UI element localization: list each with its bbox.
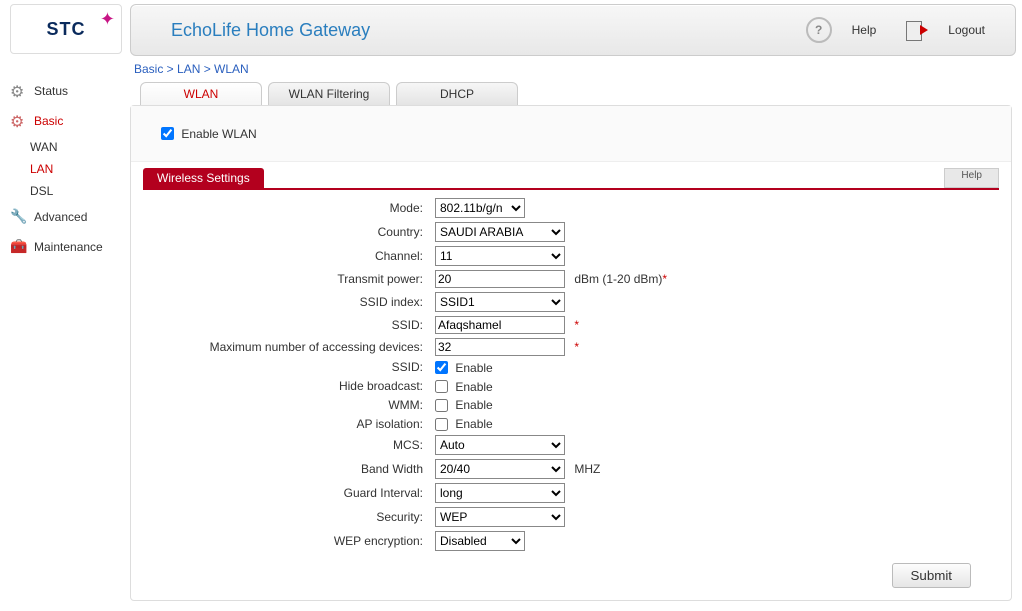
logout-button[interactable]: Logout [906,19,985,41]
sidebar: Status Basic WAN LAN DSL Advanced Mainte… [0,56,130,611]
hide-broadcast-text: Enable [455,379,492,393]
wmm-text: Enable [455,398,492,412]
wrench-icon [10,208,28,226]
label-ssid: SSID: [143,318,435,332]
gear-icon [10,112,28,130]
label-channel: Channel: [143,249,435,263]
enable-wlan-label: Enable WLAN [181,127,256,141]
band-width-select[interactable]: 20/40 [435,459,565,479]
section-divider [143,188,999,190]
submit-button[interactable]: Submit [892,563,971,588]
label-wmm: WMM: [143,398,435,412]
top-bar: EchoLife Home Gateway ? Help Logout [130,4,1016,56]
help-label: Help [852,23,877,37]
tab-dhcp[interactable]: DHCP [396,82,518,105]
ssid-required: * [574,318,579,332]
label-band-width: Band Width [143,462,435,476]
breadcrumb: Basic > LAN > WLAN [130,60,1012,82]
sidebar-label-basic: Basic [34,114,63,128]
logout-icon [906,19,928,41]
label-ap-isolation: AP isolation: [143,417,435,431]
label-hide-broadcast: Hide broadcast: [143,379,435,393]
enable-wlan-checkbox[interactable] [161,127,174,140]
ap-isolation-checkbox[interactable] [435,418,448,431]
sidebar-item-maintenance[interactable]: Maintenance [0,232,130,262]
max-devices-input[interactable] [435,338,565,356]
tabs: WLAN WLAN Filtering DHCP [130,82,1012,105]
tab-wlan[interactable]: WLAN [140,82,262,105]
mode-select[interactable]: 802.11b/g/n [435,198,525,218]
sidebar-subitem-wan[interactable]: WAN [0,136,130,158]
gear-icon [10,82,28,100]
sidebar-label-status: Status [34,84,68,98]
max-devices-required: * [574,340,579,354]
label-guard-interval: Guard Interval: [143,486,435,500]
logo-text: STC [47,19,86,40]
security-select[interactable]: WEP [435,507,565,527]
label-mode: Mode: [143,201,435,215]
ap-isolation-text: Enable [455,417,492,431]
wmm-checkbox[interactable] [435,399,448,412]
sidebar-item-basic[interactable]: Basic [0,106,130,136]
help-button[interactable]: ? Help [806,17,877,43]
wep-encryption-select[interactable]: Disabled [435,531,525,551]
logout-label: Logout [948,23,985,37]
band-width-suffix: MHZ [574,462,600,476]
sidebar-subitem-lan[interactable]: LAN [0,158,130,180]
ssid-input[interactable] [435,316,565,334]
logo: STC ✦ [10,4,122,54]
channel-select[interactable]: 11 [435,246,565,266]
form-area: Enable WLAN Wireless Settings Help Mode:… [130,105,1012,601]
guard-interval-select[interactable]: long [435,483,565,503]
tab-wlan-filtering[interactable]: WLAN Filtering [268,82,390,105]
label-tx-power: Transmit power: [143,272,435,286]
help-icon: ? [806,17,832,43]
tx-power-input[interactable] [435,270,565,288]
ssid-enable-text: Enable [455,361,492,375]
logo-star-icon: ✦ [100,9,115,30]
section-title: Wireless Settings [143,168,264,188]
hide-broadcast-checkbox[interactable] [435,380,448,393]
label-mcs: MCS: [143,438,435,452]
sidebar-label-advanced: Advanced [34,210,87,224]
label-country: Country: [143,225,435,239]
sidebar-subitem-dsl[interactable]: DSL [0,180,130,202]
sidebar-label-maintenance: Maintenance [34,240,103,254]
label-wep-encryption: WEP encryption: [143,534,435,548]
label-security: Security: [143,510,435,524]
tools-icon [10,238,28,256]
mcs-select[interactable]: Auto [435,435,565,455]
label-ssid-enable: SSID: [143,360,435,374]
enable-wlan-row: Enable WLAN [131,106,1011,162]
country-select[interactable]: SAUDI ARABIA [435,222,565,242]
sidebar-item-status[interactable]: Status [0,76,130,106]
ssid-index-select[interactable]: SSID1 [435,292,565,312]
page-title: EchoLife Home Gateway [171,20,370,41]
sidebar-item-advanced[interactable]: Advanced [0,202,130,232]
tx-power-suffix: dBm (1-20 dBm)* [574,272,667,286]
label-max-devices: Maximum number of accessing devices: [143,340,435,354]
section-help-button[interactable]: Help [944,168,999,188]
ssid-enable-checkbox[interactable] [435,361,448,374]
label-ssid-index: SSID index: [143,295,435,309]
